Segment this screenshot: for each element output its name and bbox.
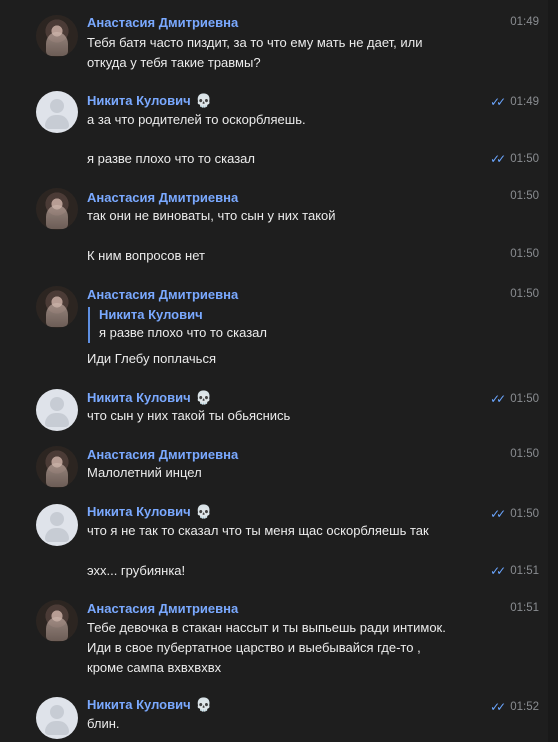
message-text: что сын у них такой ты обьяснись [87,408,291,423]
quote-author: Никита Кулович [99,307,203,322]
message-meta: ✓✓ 01:52 [490,700,539,714]
avatar[interactable] [36,600,78,642]
message-time: 01:50 [510,153,539,165]
double-check-icon: ✓✓ [490,507,506,521]
message-text: что я не так то сказал что ты меня щас о… [87,523,429,538]
double-check-icon: ✓✓ [490,95,506,109]
message-text: Тебе девочка в стакан нассыт и ты выпьеш… [87,618,497,678]
author-name[interactable]: Анастасия Дмитриевна [87,447,238,462]
avatar[interactable] [36,188,78,230]
message-text: я разве плохо что то сказал [87,151,255,166]
message-meta: ✓✓ 01:50 [490,392,539,406]
skull-icon: 💀 [195,390,212,405]
message-line: Тебе девочка в стакан нассыт и ты выпьеш… [87,620,446,635]
message-line: откуда у тебя такие травмы? [87,55,261,70]
double-check-icon: ✓✓ [490,392,506,406]
message-meta: ✓✓ 01:50 [490,152,539,166]
message-time: 01:50 [510,508,539,520]
author-name[interactable]: Анастасия Дмитриевна [87,15,238,30]
message-meta: ✓✓ 01:49 [490,95,539,109]
message-text: так они не виноваты, что сын у них такой [87,208,336,223]
skull-icon: 💀 [195,697,212,712]
skull-icon: 💀 [195,93,212,108]
double-check-icon: ✓✓ [490,152,506,166]
avatar[interactable] [36,91,78,133]
scrollbar-track[interactable] [548,0,558,742]
avatar[interactable] [36,286,78,328]
author-name[interactable]: Анастасия Дмитриевна [87,287,238,302]
author-name[interactable]: Анастасия Дмитриевна [87,190,238,205]
message-meta: ✓✓ 01:50 [490,507,539,521]
message-time: 01:49 [510,96,539,108]
message-text: а за что родителей то оскорбляешь. [87,112,306,127]
author-name[interactable]: Никита Кулович 💀 [87,697,212,713]
avatar[interactable] [36,697,78,739]
message-time: 01:50 [510,393,539,405]
avatar[interactable] [36,389,78,431]
double-check-icon: ✓✓ [490,700,506,714]
message-text: Иди Глебу поплачься [87,351,216,366]
message-text: эхх... грубиянка! [87,563,186,578]
message-line: Иди в свое пубертатное царство и выебыва… [87,640,421,655]
message-time: 01:49 [510,16,539,28]
author-name[interactable]: Никита Кулович 💀 [87,390,212,406]
message-text: Малолетний инцел [87,465,202,480]
skull-icon: 💀 [195,504,212,519]
message-time: 01:50 [510,288,539,300]
quote-text: я разве плохо что то сказал [99,325,267,340]
double-check-icon: ✓✓ [490,564,506,578]
message-time: 01:50 [510,190,539,202]
message-line: кроме сампа вхвхвхвх [87,660,222,675]
message-time: 01:51 [510,565,539,577]
message-time: 01:52 [510,701,539,713]
message-time: 01:50 [510,448,539,460]
message-line: Тебя батя часто пиздит, за то что ему ма… [87,35,423,50]
avatar[interactable] [36,15,78,57]
message-text: блин. [87,716,120,731]
message-text: К ним вопросов нет [87,248,205,263]
message-text: Тебя батя часто пиздит, за то что ему ма… [87,33,497,73]
avatar[interactable] [36,446,78,488]
message-time: 01:51 [510,602,539,614]
author-name[interactable]: Никита Кулович 💀 [87,93,212,109]
message-meta: ✓✓ 01:51 [490,564,539,578]
reply-quote[interactable]: Никита Кулович я разве плохо что то сказ… [88,307,267,343]
author-name[interactable]: Никита Кулович 💀 [87,504,212,520]
avatar[interactable] [36,504,78,546]
message-time: 01:50 [510,248,539,260]
author-name[interactable]: Анастасия Дмитриевна [87,601,238,616]
